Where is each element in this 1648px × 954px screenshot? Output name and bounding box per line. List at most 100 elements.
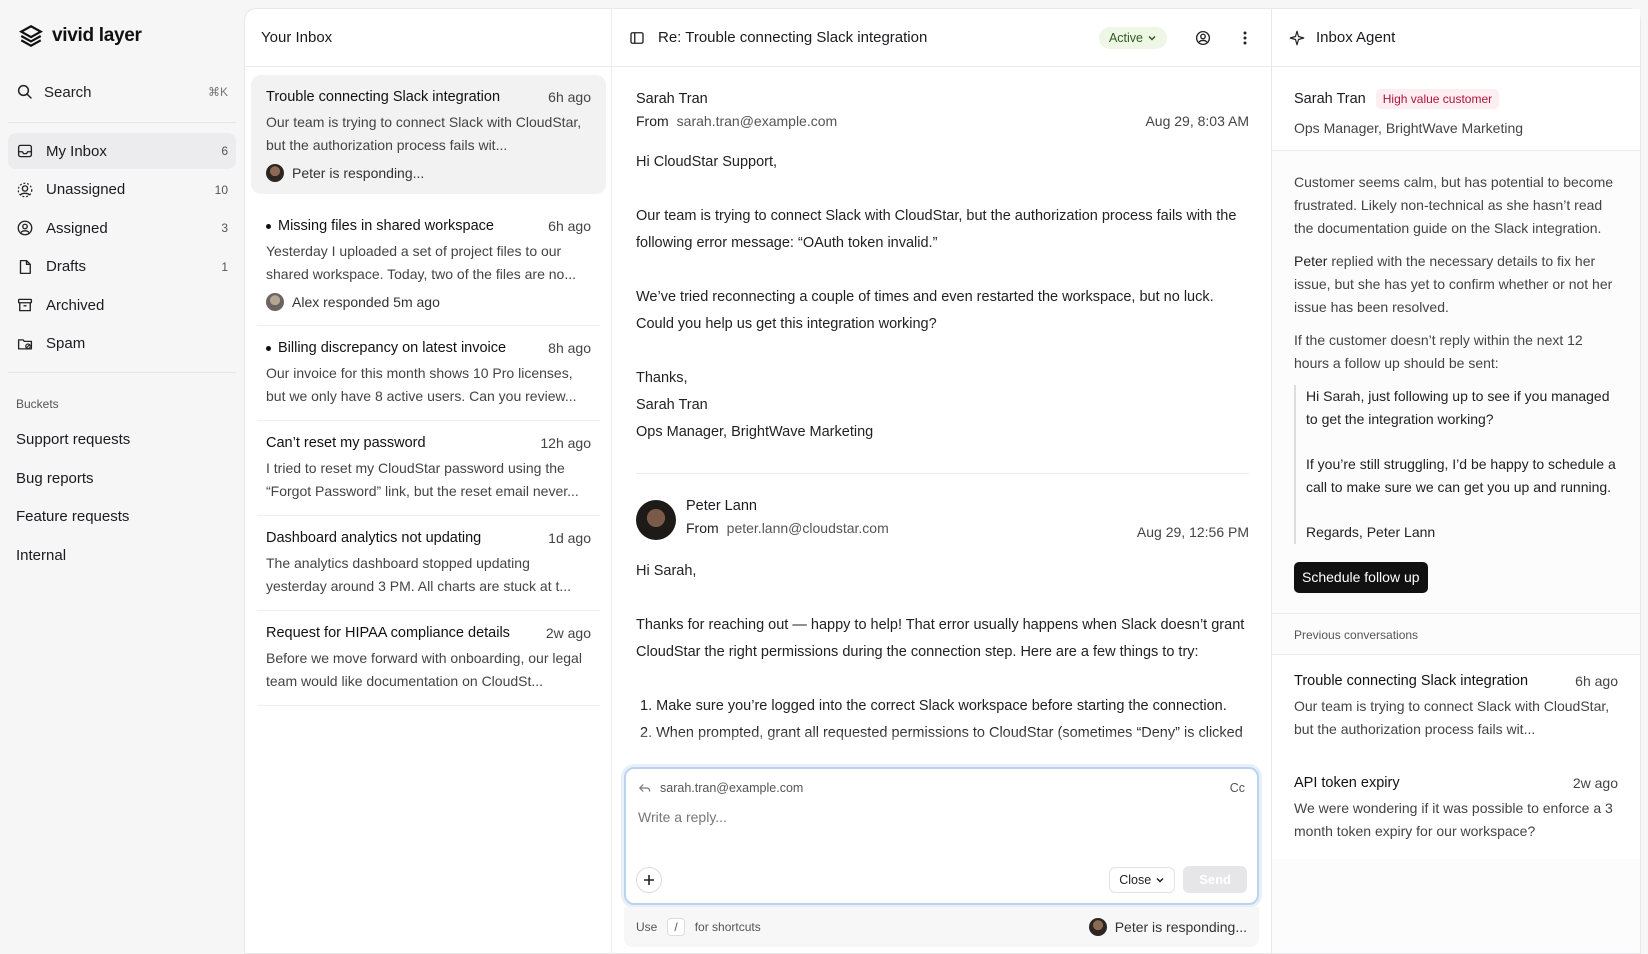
user-circle-icon: [1195, 30, 1211, 45]
sidebar-toggle-icon[interactable]: [628, 29, 646, 47]
close-on-send-dropdown[interactable]: Close: [1109, 866, 1176, 893]
add-attachment-button[interactable]: [636, 866, 662, 893]
responding-indicator: Peter is responding...: [1088, 918, 1247, 936]
conversation-time: 1d ago: [548, 530, 591, 546]
previous-conversations-heading: Previous conversations: [1272, 613, 1640, 654]
conversation-title: Request for HIPAA compliance details: [266, 625, 510, 641]
customer-card: Sarah Tran High value customer Ops Manag…: [1272, 67, 1640, 151]
message-header: Peter Lann From peter.lann@cloudstar.com …: [636, 474, 1249, 540]
message-header: Sarah Tran From sarah.tran@example.com Au…: [636, 67, 1249, 129]
sender-name: Peter Lann: [686, 498, 757, 514]
conversation-snippet: Before we move forward with onboarding, …: [266, 650, 582, 689]
sender-email-line: From sarah.tran@example.com: [636, 113, 1145, 129]
conversation-title: Dashboard analytics not updating: [266, 530, 482, 546]
nav-item-assigned[interactable]: Assigned 3: [8, 210, 236, 246]
nav-count: 10: [214, 182, 228, 197]
nav-item-my-inbox[interactable]: My Inbox 6: [8, 133, 236, 169]
send-button[interactable]: Send: [1183, 866, 1247, 893]
thread-title: Re: Trouble connecting Slack integration: [658, 29, 928, 46]
conversation-time: 6h ago: [548, 89, 591, 105]
conversation-title: API token expiry: [1294, 775, 1400, 791]
close-label: Close: [1119, 872, 1152, 887]
unassigned-icon: [17, 182, 33, 197]
agent-panel: Inbox Agent Sarah Tran High value custom…: [1271, 8, 1641, 954]
conversation-status: Alex responded 5m ago: [292, 294, 440, 310]
conversation-item[interactable]: Can’t reset my password 12h ago I tried …: [257, 421, 600, 516]
message-sender: Peter Lann From peter.lann@cloudstar.com: [686, 498, 1137, 540]
status-dropdown[interactable]: Active: [1098, 26, 1167, 49]
avatar: [266, 293, 284, 311]
nav-item-drafts[interactable]: Drafts 1: [8, 249, 236, 285]
conversation-header: Dashboard analytics not updating 1d ago: [266, 530, 591, 546]
conversation-snippet: Yesterday I uploaded a set of project fi…: [266, 243, 576, 282]
follow-up-draft: Hi Sarah, just following up to see if yo…: [1294, 385, 1618, 544]
conversation-item[interactable]: Missing files in shared workspace 6h ago…: [257, 204, 600, 326]
assigned-icon: [17, 220, 33, 236]
bucket-internal[interactable]: Internal: [8, 536, 236, 575]
reply-input[interactable]: [626, 795, 1257, 825]
search-shortcut: ⌘K: [207, 85, 228, 99]
reply-recipient: sarah.tran@example.com: [660, 781, 804, 795]
bucket-bug-reports[interactable]: Bug reports: [8, 459, 236, 498]
sender-email-line: From peter.lann@cloudstar.com: [686, 520, 1137, 536]
message-text: Hi Sarah, Thanks for reaching out — happ…: [636, 558, 1249, 747]
brand-logo[interactable]: vivid layer: [8, 0, 236, 72]
conversation-header: API token expiry 2w ago: [1294, 775, 1618, 791]
nav-item-unassigned[interactable]: Unassigned 10: [8, 172, 236, 208]
conversation-time: 6h ago: [548, 218, 591, 234]
previous-conversation-item[interactable]: Trouble connecting Slack integration 6h …: [1272, 654, 1640, 757]
cc-button[interactable]: Cc: [1230, 781, 1245, 795]
spam-icon: [17, 338, 33, 350]
inbox-title: Your Inbox: [245, 9, 612, 67]
previous-conversation-item[interactable]: API token expiry 2w ago We were wonderin…: [1272, 757, 1640, 859]
conversation-header: Can’t reset my password 12h ago: [266, 435, 591, 451]
conversation-header: Request for HIPAA compliance details 2w …: [266, 625, 591, 641]
search-button[interactable]: Search ⌘K: [8, 72, 236, 112]
message-sender: Sarah Tran From sarah.tran@example.com: [636, 91, 1145, 129]
conversation-snippet: I tried to reset my CloudStar password u…: [266, 460, 579, 499]
reply-composer[interactable]: sarah.tran@example.com Cc Close Send: [624, 767, 1259, 905]
agent-summary: Customer seems calm, but has potential t…: [1272, 151, 1640, 593]
schedule-follow-up-button[interactable]: Schedule follow up: [1294, 562, 1428, 593]
conversation-time: 2w ago: [1572, 775, 1618, 791]
conversation-time: 8h ago: [548, 340, 591, 356]
conversation-item[interactable]: Billing discrepancy on latest invoice 8h…: [257, 326, 600, 421]
sender-email: peter.lann@cloudstar.com: [726, 520, 889, 536]
nav-label: Unassigned: [46, 181, 126, 198]
message-date: Aug 29, 12:56 PM: [1136, 524, 1249, 540]
message-text: Hi CloudStar Support, Our team is trying…: [636, 149, 1249, 446]
draft-paragraph: Regards, Peter Lann: [1306, 524, 1436, 540]
shortcut-key: /: [667, 918, 685, 936]
bucket-support-requests[interactable]: Support requests: [8, 421, 236, 460]
conversation-title: Can’t reset my password: [266, 435, 426, 451]
agent-name: Peter: [1294, 253, 1328, 269]
customer-role: Ops Manager, BrightWave Marketing: [1294, 120, 1524, 136]
agent-title: Inbox Agent: [1316, 29, 1396, 46]
conversation-item[interactable]: Trouble connecting Slack integration 6h …: [251, 75, 606, 194]
conversation-snippet: The analytics dashboard stopped updating…: [266, 555, 572, 594]
conversation-title: Trouble connecting Slack integration: [1294, 673, 1529, 689]
conversation-time: 2w ago: [545, 625, 591, 641]
summary-paragraph: If the customer doesn’t reply within the…: [1294, 332, 1583, 371]
message-paragraph: Thanks for reaching out — happy to help!…: [636, 617, 1245, 660]
conversation-item[interactable]: Dashboard analytics not updating 1d ago …: [257, 516, 600, 611]
conversation-snippet: Our team is trying to connect Slack with…: [266, 114, 582, 153]
divider: [8, 122, 236, 123]
nav-count: 1: [221, 259, 228, 274]
bucket-feature-requests[interactable]: Feature requests: [8, 498, 236, 537]
message-paragraph: We’ve tried reconnecting a couple of tim…: [636, 289, 1214, 332]
nav-item-archived[interactable]: Archived: [8, 287, 236, 323]
assign-user-button[interactable]: [1193, 28, 1213, 48]
status-badge: High value customer: [1375, 89, 1500, 109]
conversation-item[interactable]: Request for HIPAA compliance details 2w …: [257, 611, 600, 706]
inbox-panel: Your Inbox Trouble connecting Slack inte…: [244, 8, 612, 954]
conversation-footer: Alex responded 5m ago: [266, 291, 591, 313]
more-options-button[interactable]: [1235, 28, 1255, 48]
nav-item-spam[interactable]: Spam: [8, 326, 236, 362]
from-label: From: [636, 113, 669, 129]
shortcut-hint-pre: Use: [636, 920, 658, 934]
conversation-status: Peter is responding...: [292, 165, 425, 181]
layers-logo-icon: [19, 25, 43, 47]
nav-count: 3: [221, 221, 228, 235]
reply-icon: [638, 784, 651, 792]
